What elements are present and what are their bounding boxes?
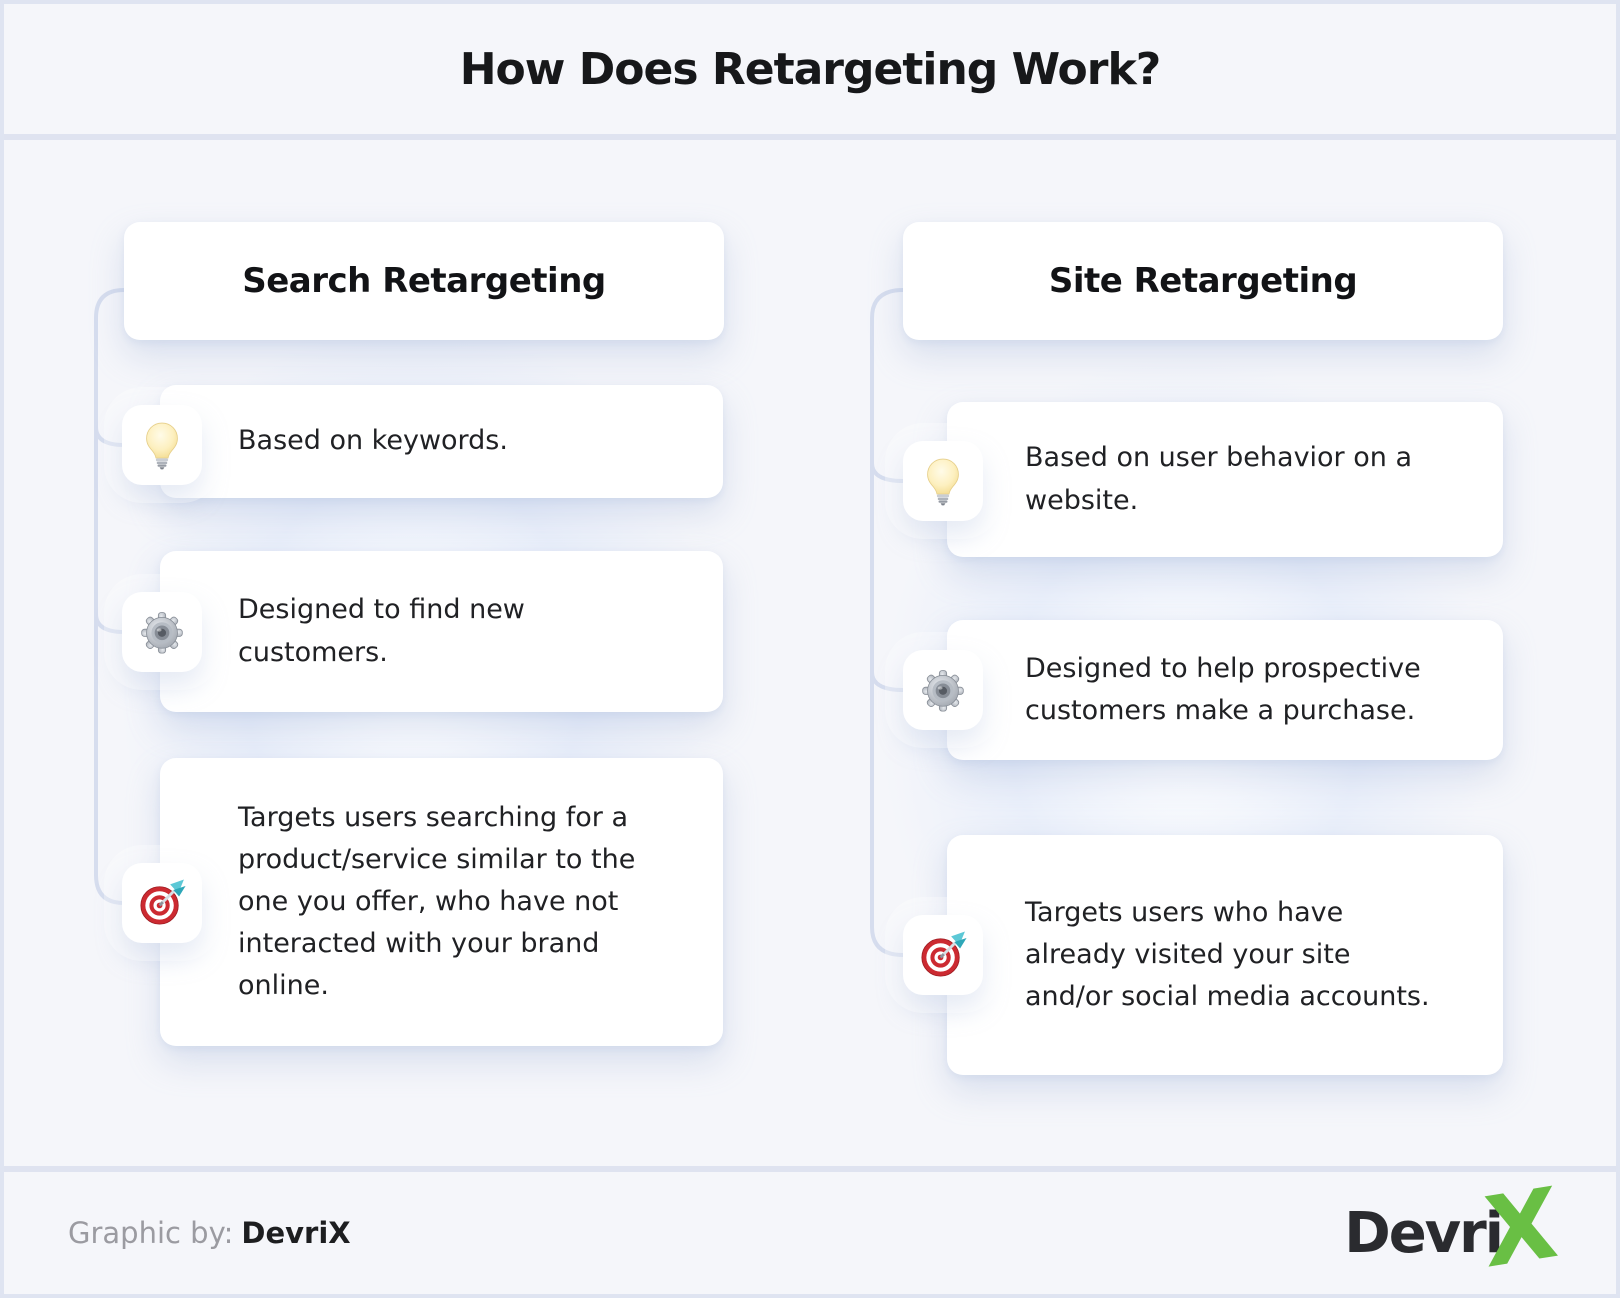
gear-icon [141, 612, 183, 654]
column-header-label: Search Retargeting [242, 261, 606, 301]
target-icon [140, 879, 186, 925]
item-text: Targets users searching for a product/se… [238, 801, 636, 1002]
gear-icon-tile [903, 650, 983, 730]
credit-line: Graphic by: DevriX [68, 1216, 351, 1250]
logo-wordmark: Devri [1344, 1200, 1504, 1266]
credit-name: DevriX [241, 1216, 351, 1250]
lightbulb-icon [146, 422, 178, 470]
item-text: Designed to find new customers. [238, 594, 525, 668]
item-text: Targets users who have already visited y… [1025, 896, 1430, 1013]
infographic-page: How Does Retargeting Work? Search Retarg… [0, 0, 1620, 1298]
target-icon-tile [903, 915, 983, 995]
target-icon-tile [122, 863, 202, 943]
item-text: Designed to help prospective customers m… [1025, 652, 1421, 726]
target-icon [921, 931, 967, 977]
diagram-board: Search Retargeting Based on keywords. De… [4, 140, 1616, 1190]
credit-label: Graphic by: [68, 1216, 234, 1250]
item-text: Based on keywords. [238, 425, 508, 457]
column-header-site-retargeting: Site Retargeting [903, 222, 1503, 340]
site-item-user-behavior-card: Based on user behavior on a website. [947, 402, 1503, 557]
gear-icon-tile [122, 592, 202, 672]
lightbulb-icon-tile [903, 441, 983, 521]
devrix-logo: Devri X [1344, 1166, 1561, 1290]
gear-icon [922, 670, 964, 712]
column-header-label: Site Retargeting [1048, 261, 1358, 301]
search-item-targets-users-card: Targets users searching for a product/se… [160, 758, 723, 1046]
item-text: Based on user behavior on a website. [1025, 442, 1413, 516]
column-header-search-retargeting: Search Retargeting [124, 222, 724, 340]
search-item-new-customers-card: Designed to find new customers. [160, 551, 723, 712]
footer: Graphic by: DevriX Devri X [4, 1166, 1616, 1294]
lightbulb-icon-tile [122, 405, 202, 485]
title-band: How Does Retargeting Work? [4, 4, 1616, 134]
site-item-visited-card: Targets users who have already visited y… [947, 835, 1503, 1075]
page-title: How Does Retargeting Work? [459, 43, 1162, 95]
site-item-purchase-card: Designed to help prospective customers m… [947, 620, 1503, 760]
search-item-keywords-card: Based on keywords. [160, 385, 723, 498]
lightbulb-icon [927, 458, 959, 506]
logo-x-icon: X [1480, 1166, 1562, 1290]
